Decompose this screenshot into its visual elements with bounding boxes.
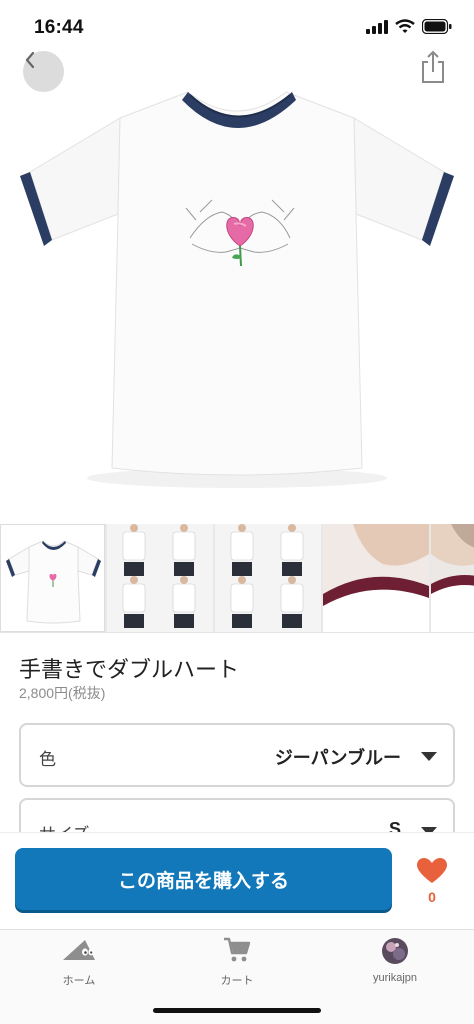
tab-cart[interactable]: カート [158,930,316,994]
buy-button[interactable]: この商品を購入する [15,848,392,910]
divider [0,632,474,633]
thumbnail-2[interactable] [107,524,213,632]
status-time: 16:44 [34,17,84,38]
thumbnail-model-grid-image [107,524,213,632]
thumbnail-collar-closeup-image [323,524,429,632]
purchase-bar: この商品を購入する 0 [0,832,474,929]
thumbnail-tshirt-image [6,540,101,624]
thumbnail-1[interactable] [0,524,105,632]
back-button[interactable] [23,51,64,92]
avatar [382,938,408,964]
thumbnail-strip[interactable] [0,524,474,632]
caret-down-icon [421,752,437,761]
thumbnail-5[interactable] [431,524,474,632]
tab-profile-label: yurikajpn [372,972,418,984]
color-select[interactable]: 色 ジーパンブルー [19,723,455,787]
like-button[interactable]: 0 [406,858,458,905]
tab-home-label: ホーム [62,975,96,987]
color-select-value: ジーパンブルー [274,748,401,768]
tshirt-image [20,91,454,488]
product-main-image[interactable] [0,0,474,520]
cellular-signal-icon [366,19,388,34]
cart-icon [224,937,251,962]
product-title: 手書きでダブルハート [19,657,240,682]
status-bar: 16:44 [0,0,474,52]
thumbnail-model-grid-image [215,524,321,632]
tab-profile[interactable]: yurikajpn [316,930,474,994]
chevron-left-icon [25,51,35,69]
share-button[interactable] [420,50,446,84]
share-icon [422,50,444,83]
home-indicator [153,1008,321,1013]
product-price: 2,800円(税抜) [19,685,106,701]
status-icons [366,19,452,34]
home-icon [63,940,95,960]
wifi-icon [395,19,415,33]
like-count: 0 [428,889,436,905]
thumbnail-4[interactable] [323,524,429,632]
color-select-label: 色 [39,750,56,769]
thumbnail-3[interactable] [215,524,321,632]
tab-cart-label: カート [220,975,254,987]
tab-home[interactable]: ホーム [0,930,158,994]
battery-icon [422,19,452,34]
heart-icon [417,858,447,883]
thumbnail-collar-closeup-image [431,524,474,632]
